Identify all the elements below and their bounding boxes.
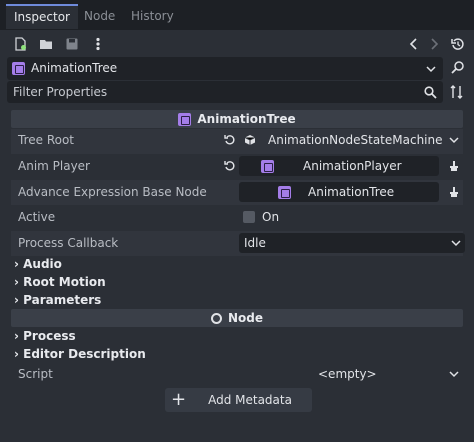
group-editor-description[interactable]: › Editor Description <box>14 345 146 363</box>
group-parameters[interactable]: › Parameters <box>14 291 101 309</box>
history-icon[interactable] <box>448 34 468 54</box>
revert-icon[interactable] <box>223 133 237 147</box>
clear-icon[interactable] <box>446 158 462 174</box>
chevron-right-icon: › <box>14 347 19 361</box>
tree-root-label: Tree Root <box>18 133 75 147</box>
property-row-active <box>11 205 463 230</box>
process-callback-value: Idle <box>244 236 266 250</box>
tree-root-value[interactable]: AnimationNodeStateMachine <box>268 130 443 150</box>
active-value: On <box>262 210 280 224</box>
anim-player-value: AnimationPlayer <box>303 159 402 173</box>
animation-tree-icon <box>277 186 291 199</box>
group-audio[interactable]: › Audio <box>14 255 62 273</box>
object-search-icon[interactable] <box>449 59 467 77</box>
section-header-animation-tree: AnimationTree <box>11 110 463 128</box>
revert-icon[interactable] <box>223 159 237 173</box>
object-selector-value: AnimationTree <box>31 61 118 75</box>
animation-tree-section-icon <box>178 112 192 126</box>
advance-expression-value: AnimationTree <box>308 185 395 199</box>
chevron-left-icon[interactable] <box>404 34 424 54</box>
resource-cube-icon <box>243 133 257 147</box>
sort-icon[interactable] <box>449 84 465 100</box>
plus-icon: + <box>171 389 187 410</box>
chevron-down-icon[interactable] <box>424 62 438 76</box>
group-process[interactable]: › Process <box>14 327 76 345</box>
active-checkbox[interactable] <box>243 211 255 223</box>
new-resource-icon[interactable] <box>10 34 30 54</box>
section-title-node: Node <box>227 311 263 325</box>
chevron-right-icon <box>424 34 444 54</box>
script-value[interactable]: <empty> <box>318 364 377 384</box>
animation-tree-icon <box>12 62 25 75</box>
save-icon[interactable] <box>62 34 82 54</box>
chevron-right-icon: › <box>14 329 19 343</box>
advance-expression-label: Advance Expression Base Node <box>18 185 207 199</box>
add-metadata-label: Add Metadata <box>208 393 292 407</box>
anim-player-label: Anim Player <box>18 159 90 173</box>
chevron-right-icon: › <box>14 257 19 271</box>
tab-node[interactable]: Node <box>76 4 123 29</box>
chevron-right-icon: › <box>14 293 19 307</box>
more-vertical-icon[interactable] <box>88 34 108 54</box>
active-label: Active <box>18 210 56 224</box>
tab-history[interactable]: History <box>123 4 182 29</box>
chevron-down-icon <box>450 237 462 249</box>
section-title-animation-tree: AnimationTree <box>197 112 296 126</box>
chevron-down-icon[interactable] <box>448 368 460 380</box>
tab-inspector[interactable]: Inspector <box>6 4 78 29</box>
script-label: Script <box>18 367 53 381</box>
search-icon <box>422 84 438 100</box>
add-metadata-button[interactable]: + Add Metadata <box>165 388 312 412</box>
clear-icon[interactable] <box>446 184 462 200</box>
section-header-node: Node <box>11 309 463 327</box>
open-folder-icon[interactable] <box>36 34 56 54</box>
chevron-right-icon: › <box>14 275 19 289</box>
filter-placeholder: Filter Properties <box>13 85 108 99</box>
node-circle-icon <box>210 312 222 324</box>
animation-player-icon <box>260 160 274 173</box>
tree-root-dropdown-icon[interactable] <box>448 134 460 146</box>
group-root-motion[interactable]: › Root Motion <box>14 273 106 291</box>
process-callback-select[interactable] <box>239 233 465 253</box>
process-callback-label: Process Callback <box>18 236 119 250</box>
